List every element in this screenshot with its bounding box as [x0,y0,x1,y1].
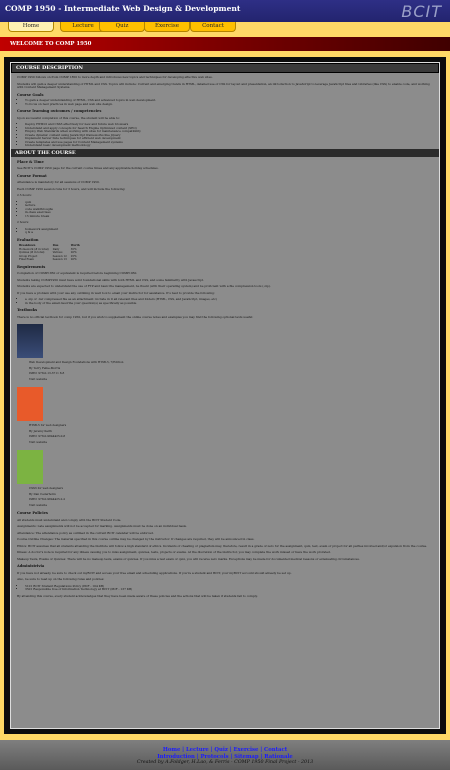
tab-contact[interactable]: Contact [190,22,236,32]
table-header: Worth [70,244,80,247]
admin-p2: Also, be sure to read up on the followin… [17,577,105,581]
policy-text: Assignments: Late assignments will not b… [17,524,187,528]
admin-p1: If you have not already, be sure to chec… [17,570,292,575]
table-row: Final Exam Session 13 20% [17,258,82,262]
policy-text: Illness: A doctor's note is required for… [17,550,331,554]
book-website-link[interactable]: Visit website [17,440,433,446]
list-item: Understand basic development methodology [25,143,433,148]
list-item: q & a [25,230,433,235]
format-p2: Each COMP 1950 session runs for 3 hours,… [17,186,126,191]
requirements-list: a .zip or .rar compressed file as an att… [17,297,433,306]
outcomes-intro: Upon successful completion of this cours… [17,115,121,120]
policy-text: All students must understand and comply … [17,517,122,522]
welcome-banner: WELCOME TO COMP 1950 [0,37,450,51]
bcit-logo[interactable]: BCIT [401,2,442,21]
book-item: HTML5 for web designers By Jeremy Keith … [17,385,433,445]
book-cover-image [17,450,43,484]
policy-text: Makeup Tests, Exams or Quizzes: There wi… [17,556,360,561]
requirements-p4: If you have a problem with your use any … [17,290,215,295]
policy-text: Ethics: BCIT assumes that all students a… [17,543,428,548]
section-heading-description: COURSE DESCRIPTION [11,63,439,73]
admin-p3: By attending this course, every student … [17,593,258,598]
hours2-list: homework assignment q & a [17,227,433,235]
section-heading-about: ABOUT THE COURSE [11,148,439,157]
format-heading: Course Format [17,173,47,178]
site-title: COMP 1950 - Intermediate Web Design & De… [5,4,241,13]
book-item: Web Development and Design Foundations w… [17,322,433,382]
textbooks-intro: There is no official textbook for comp 1… [17,314,254,319]
requirements-heading: Requirements [17,264,46,269]
book-website-link[interactable]: Visit website [17,377,433,383]
evaluation-table: Breakdown Due Worth Homework (# in total… [17,244,82,262]
description-p2: Students will gain a deeper understandin… [17,81,430,89]
administrivia-heading: Administrivia [17,564,45,568]
goals-heading: Course Goals [17,92,44,97]
list-item: in the body of the email describe your q… [25,301,433,306]
policy-text: Attendance: The attendance policy as out… [17,530,154,535]
admin-links: 5101 BCIT Student Regulations Policy (PD… [17,584,433,592]
book-website-link[interactable]: Visit website [17,503,433,509]
outcomes-list: Deploy HTML5 and CSS3 effectively for ne… [17,122,433,148]
hours2-label: 2 hours: [17,220,30,224]
list-item: To focus on best practices in web page a… [25,102,433,107]
requirements-p3: Students are expected to understand the … [17,284,271,288]
main-nav: Home Lecture Quiz Exercise Contact [0,22,450,32]
goals-list: To gain a deeper understanding of HTML, … [17,98,433,107]
list-item: 15 minute break [25,214,433,219]
policy-text: Course Outline Changes: The material spe… [17,537,255,541]
outcomes-heading: Course learning outcomes / competencies [17,109,102,113]
requirements-p2: Students taking COMP1950 must have solid… [17,277,204,282]
table-cell: Session 13 [52,258,67,261]
site-footer: Home | Lecture | Quiz | Exercise | Conta… [0,740,450,770]
hours1-list: quiz lecture code walkthroughs in-class … [17,200,433,219]
tab-quiz[interactable]: Quiz [99,22,145,32]
requirements-p1: Completion of COMP1850 or equivalent is … [17,271,138,275]
tab-home[interactable]: Home [8,22,54,32]
book-cover-image [17,387,43,421]
footer-credit: Created by A.Foldger, H.Lao, & Ferris - … [136,760,314,765]
table-cell: Final Exam [19,258,34,261]
footer-nav-primary[interactable]: Home | Lecture | Quiz | Exercise | Conta… [0,740,450,754]
policies-heading: Course Policies [17,511,48,515]
table-cell: 20% [70,258,77,261]
format-p1: Attendance is mandatory for all sessions… [17,180,100,184]
hours1-label: 2.5 hours: [17,193,32,197]
book-cover-image [17,324,43,358]
site-header: COMP 1950 - Intermediate Web Design & De… [0,0,450,22]
textbooks-heading: Textbooks [17,308,38,312]
evaluation-heading: Evaluation [17,237,39,242]
tab-exercise[interactable]: Exercise [144,22,190,32]
place-heading: Place & Time [17,159,44,164]
main-content: COURSE DESCRIPTION COMP 1950 follows on … [10,62,440,729]
policy-link[interactable]: 3501 Responsible Use of Information Tech… [25,587,433,592]
book-item: CSS3 for web designers By Dan Cederholm … [17,448,433,508]
description-p1: COMP 1950 follows on from COMP 1850 to m… [17,75,213,79]
place-text: See BCIT's COMP 1950 page for the curren… [17,166,159,170]
